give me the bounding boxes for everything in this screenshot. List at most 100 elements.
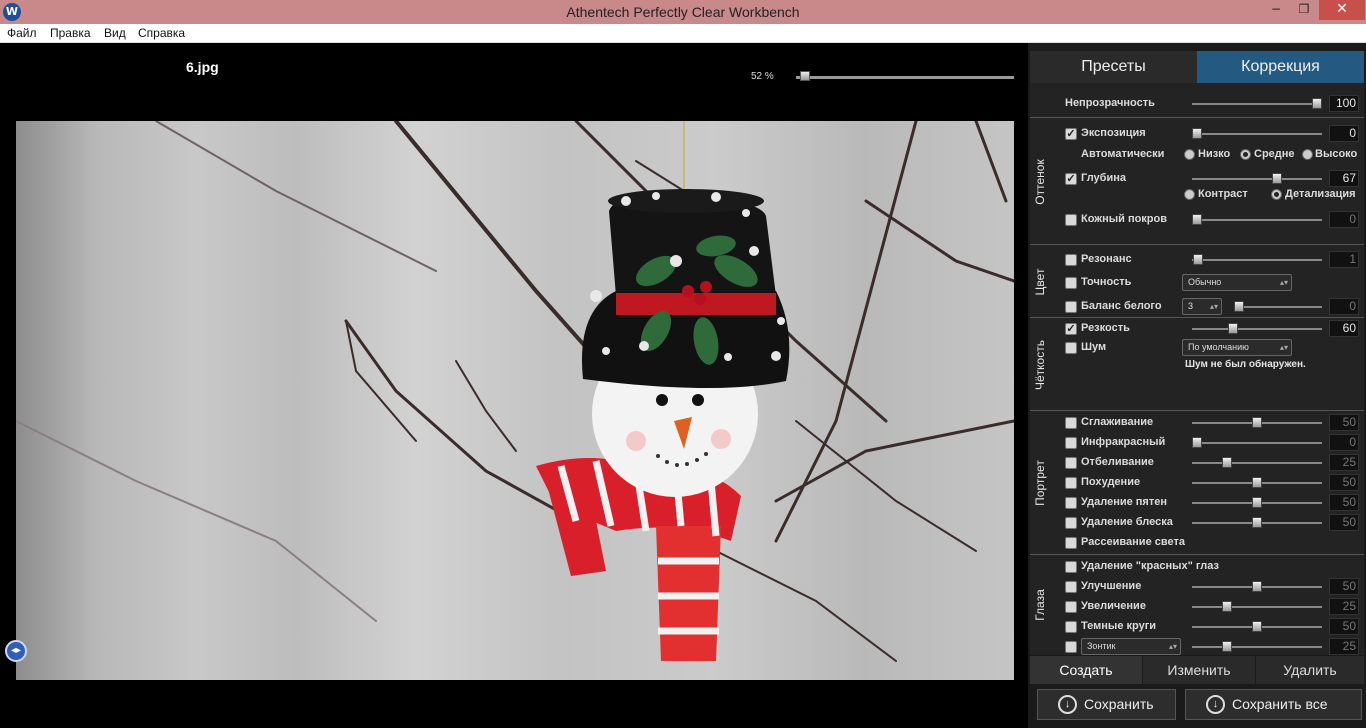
portrait-item-thumb[interactable]: [1252, 417, 1262, 428]
white-balance-slider[interactable]: [1234, 301, 1322, 312]
auto-low-label: Низко: [1198, 148, 1231, 160]
contrast-radio[interactable]: [1184, 189, 1195, 200]
depth-slider[interactable]: [1192, 173, 1322, 184]
light-diffusion-checkbox[interactable]: [1065, 537, 1077, 549]
delete-button[interactable]: Удалить: [1256, 656, 1364, 684]
portrait-item-value[interactable]: 25: [1329, 454, 1359, 471]
white-balance-value[interactable]: 0: [1329, 298, 1359, 315]
portrait-item-checkbox[interactable]: [1065, 497, 1077, 509]
menu-edit[interactable]: Правка: [50, 26, 91, 40]
white-balance-spinner[interactable]: 3 ▴▾: [1182, 298, 1222, 315]
accuracy-select[interactable]: Обычно ▴▾: [1182, 274, 1292, 291]
portrait-item-thumb[interactable]: [1252, 517, 1262, 528]
eyes-shape-select[interactable]: Зонтик ▴▾: [1081, 638, 1181, 655]
eyes-item-slider[interactable]: [1192, 601, 1322, 612]
white-balance-checkbox[interactable]: [1065, 301, 1077, 313]
portrait-item-checkbox[interactable]: [1065, 477, 1077, 489]
portrait-item-value[interactable]: 50: [1329, 514, 1359, 531]
eyes-item-thumb[interactable]: [1222, 601, 1232, 612]
portrait-item-checkbox[interactable]: [1065, 437, 1077, 449]
skin-slider[interactable]: [1192, 214, 1322, 225]
portrait-item-value[interactable]: 0: [1329, 434, 1359, 451]
portrait-item-checkbox[interactable]: [1065, 457, 1077, 469]
portrait-item-label: Похудение: [1081, 476, 1141, 488]
eyes-item-checkbox[interactable]: [1065, 601, 1077, 613]
opacity-value[interactable]: 100: [1329, 95, 1359, 112]
opacity-thumb[interactable]: [1312, 98, 1322, 109]
accuracy-checkbox[interactable]: [1065, 277, 1077, 289]
portrait-item-thumb[interactable]: [1252, 497, 1262, 508]
eyes-item-value[interactable]: 25: [1329, 598, 1359, 615]
portrait-item-value[interactable]: 50: [1329, 414, 1359, 431]
compare-toggle-icon[interactable]: ◂▸: [5, 640, 27, 662]
eyes-last-value[interactable]: 25: [1329, 638, 1359, 655]
depth-thumb[interactable]: [1272, 173, 1283, 184]
exposure-checkbox[interactable]: ✓: [1065, 128, 1077, 140]
eyes-last-checkbox[interactable]: [1065, 641, 1077, 653]
depth-value[interactable]: 67: [1329, 170, 1359, 187]
minimize-button[interactable]: −: [1262, 0, 1290, 20]
exposure-value[interactable]: 0: [1329, 125, 1359, 142]
edit-button[interactable]: Изменить: [1143, 656, 1255, 684]
white-balance-thumb[interactable]: [1234, 301, 1244, 312]
eyes-item-value[interactable]: 50: [1329, 578, 1359, 595]
skin-checkbox[interactable]: [1065, 214, 1077, 226]
portrait-item-thumb[interactable]: [1252, 477, 1262, 488]
sharpness-checkbox[interactable]: ✓: [1065, 323, 1077, 335]
portrait-item-slider[interactable]: [1192, 497, 1322, 508]
portrait-item-slider[interactable]: [1192, 417, 1322, 428]
portrait-item-value[interactable]: 50: [1329, 494, 1359, 511]
menu-view[interactable]: Вид: [104, 26, 126, 40]
portrait-item-slider[interactable]: [1192, 517, 1322, 528]
portrait-item-thumb[interactable]: [1222, 457, 1232, 468]
eyes-last-slider[interactable]: [1192, 641, 1322, 652]
exposure-slider[interactable]: [1192, 128, 1322, 139]
save-all-button[interactable]: ↓ Сохранить все: [1185, 689, 1362, 720]
eyes-item-value[interactable]: 50: [1329, 618, 1359, 635]
vibrancy-slider[interactable]: [1192, 254, 1322, 265]
depth-checkbox[interactable]: ✓: [1065, 173, 1077, 185]
auto-high-radio[interactable]: [1302, 149, 1313, 160]
eyes-item-checkbox[interactable]: [1065, 581, 1077, 593]
eyes-item-slider[interactable]: [1192, 621, 1322, 632]
red-eye-checkbox[interactable]: [1065, 561, 1077, 573]
portrait-item-checkbox[interactable]: [1065, 517, 1077, 529]
eyes-last-thumb[interactable]: [1222, 641, 1232, 652]
tab-correction[interactable]: Коррекция: [1197, 51, 1364, 83]
skin-thumb[interactable]: [1192, 214, 1202, 225]
eyes-item-thumb[interactable]: [1252, 581, 1262, 592]
menu-help[interactable]: Справка: [138, 26, 185, 40]
auto-low-radio[interactable]: [1184, 149, 1195, 160]
portrait-item-value[interactable]: 50: [1329, 474, 1359, 491]
maximize-button[interactable]: ❐: [1290, 0, 1318, 20]
vibrancy-value[interactable]: 1: [1329, 251, 1359, 268]
noise-checkbox[interactable]: [1065, 342, 1077, 354]
portrait-item-checkbox[interactable]: [1065, 417, 1077, 429]
zoom-slider-thumb[interactable]: [800, 71, 811, 81]
portrait-item-thumb[interactable]: [1192, 437, 1202, 448]
eyes-item-slider[interactable]: [1192, 581, 1322, 592]
save-button[interactable]: ↓ Сохранить: [1037, 689, 1176, 720]
exposure-thumb[interactable]: [1192, 128, 1202, 139]
eyes-item-checkbox[interactable]: [1065, 621, 1077, 633]
sharpness-slider[interactable]: [1192, 323, 1322, 334]
create-button[interactable]: Создать: [1030, 656, 1142, 684]
eyes-item-thumb[interactable]: [1252, 621, 1262, 632]
detail-radio[interactable]: [1271, 189, 1282, 200]
sharpness-thumb[interactable]: [1228, 323, 1238, 334]
skin-value[interactable]: 0: [1329, 211, 1359, 228]
photo-snowman[interactable]: [16, 121, 1014, 680]
zoom-slider-track[interactable]: [796, 76, 1014, 79]
menu-file[interactable]: Файл: [7, 26, 37, 40]
vibrancy-thumb[interactable]: [1193, 254, 1204, 265]
opacity-slider[interactable]: [1192, 98, 1322, 109]
tab-presets[interactable]: Пресеты: [1030, 51, 1197, 83]
portrait-item-slider[interactable]: [1192, 437, 1322, 448]
vibrancy-checkbox[interactable]: [1065, 254, 1077, 266]
auto-mid-radio[interactable]: [1240, 149, 1251, 160]
sharpness-value[interactable]: 60: [1329, 320, 1359, 337]
close-button[interactable]: ✕: [1319, 0, 1365, 20]
portrait-item-slider[interactable]: [1192, 477, 1322, 488]
portrait-item-slider[interactable]: [1192, 457, 1322, 468]
noise-select[interactable]: По умолчанию ▴▾: [1182, 339, 1292, 356]
